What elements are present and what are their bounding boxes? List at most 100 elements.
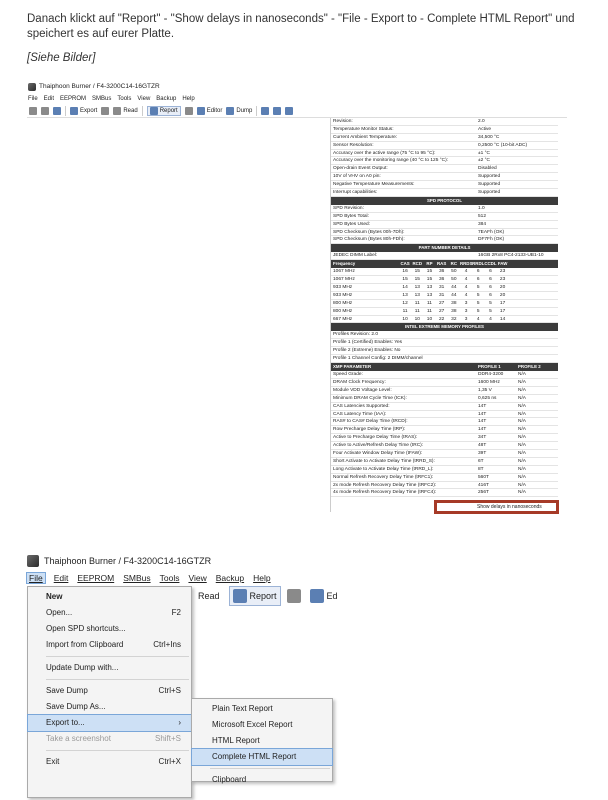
menu-item-export-to[interactable]: Export to... › — [27, 714, 192, 732]
report-value: Supported — [478, 182, 501, 188]
report-key: Revision: — [333, 119, 353, 124]
report-value: ±1 °C — [478, 150, 491, 156]
menu-item-import-clipboard[interactable]: Import from Clipboard Ctrl+Ins — [28, 637, 191, 653]
menu-item-save-dump[interactable]: Save Dump Ctrl+S — [28, 683, 191, 699]
menu-help[interactable]: Help — [182, 96, 194, 102]
wrench-icon[interactable] — [286, 589, 301, 603]
monitor-icon[interactable] — [285, 106, 294, 115]
frequency-cell: 36 — [438, 269, 445, 275]
export-button[interactable]: Export — [70, 106, 97, 115]
frequency-cell: 15 — [426, 277, 433, 283]
menu-tools[interactable]: Tools — [160, 573, 180, 583]
menu-item-exit[interactable]: Exit Ctrl+X — [28, 754, 191, 770]
menu-smbus[interactable]: SMBus — [123, 573, 150, 583]
report-panel[interactable]: Revision: 2.0 Temperature Monitor Status: A… — [330, 118, 558, 512]
frequency-cell: 11 — [414, 300, 420, 306]
menu-file[interactable]: File — [26, 572, 46, 584]
xmp-cell: N/A — [518, 379, 526, 385]
report-value: 1.0 — [478, 205, 485, 211]
menu-item-clipboard[interactable]: Clipboard — [192, 772, 332, 788]
open-icon[interactable] — [41, 106, 49, 115]
frequency-cell: 13 — [414, 285, 420, 291]
menu-backup[interactable]: Backup — [216, 573, 244, 583]
menu-tools[interactable]: Tools — [117, 96, 131, 102]
frequency-cell: 5 — [476, 292, 480, 298]
chip-icon[interactable] — [101, 106, 110, 115]
report-key: Negative Temperature Measurements: — [333, 182, 415, 188]
frequency-cell: 1067 MHz — [333, 269, 355, 275]
editor-button[interactable]: Editor — [196, 106, 222, 115]
print-icon[interactable] — [273, 106, 282, 115]
read-button[interactable]: Read — [195, 589, 223, 603]
xmp-col-profile1: PROFILE 1 — [478, 364, 501, 370]
dump-button[interactable]: Dump — [226, 106, 252, 115]
menu-item-plain-text-report[interactable]: Plain Text Report — [192, 701, 332, 717]
frequency-cell: 10 — [402, 316, 408, 322]
report-value: DF7Fh (OK) — [478, 237, 505, 243]
report-key: Sensor Resolution: — [333, 142, 374, 148]
menu-item-complete-html-report[interactable]: Complete HTML Report — [191, 748, 333, 766]
frequency-cell: 1067 MHz — [333, 277, 355, 283]
frequency-col-header: RAS — [437, 261, 447, 267]
xmp-info-row: Profile 2 (Extreme) Enables: No — [331, 347, 558, 356]
report-button[interactable]: Report — [146, 105, 181, 116]
menu-file[interactable]: File — [28, 96, 38, 102]
editor-button[interactable]: Ed — [307, 587, 341, 605]
report-key: SPD Bytes Used: — [333, 221, 371, 227]
menu-item-excel-report[interactable]: Microsoft Excel Report — [192, 717, 332, 733]
menu-item-save-dump-as[interactable]: Save Dump As... — [28, 699, 191, 715]
toolbar-separator — [256, 105, 258, 116]
submenu-arrow-icon: › — [178, 718, 181, 727]
toolbar: Export Read Report Editor Dump — [27, 104, 567, 118]
menu-item-html-report[interactable]: HTML Report — [192, 733, 332, 749]
menu-help[interactable]: Help — [253, 573, 270, 583]
xmp-row: Module VDD Voltage Level: 1,35 V N/A — [331, 387, 558, 395]
xmp-cell: CAS Latency Time (tAA): — [333, 411, 387, 417]
link-icon[interactable] — [29, 106, 37, 115]
menu-item-shortcut: Ctrl+S — [158, 686, 181, 695]
menu-edit[interactable]: Edit — [44, 96, 54, 102]
xmp-info-row: Profile 1 (Certified) Enables: Yes — [331, 339, 558, 348]
report-row: Open-drain Event Output: Disabled — [331, 165, 558, 174]
xmp-row: Normal Refresh Recovery Delay Time (tRFC… — [331, 474, 558, 482]
xmp-section-header: INTEL EXTREME MEMORY PROFILES — [331, 323, 558, 332]
menu-eeprom[interactable]: EEPROM — [60, 96, 86, 102]
show-delays-option[interactable]: Show delays in nanoseconds — [434, 500, 559, 514]
menu-backup[interactable]: Backup — [156, 96, 176, 102]
xmp-cell: N/A — [518, 427, 526, 433]
menu-view[interactable]: View — [188, 573, 206, 583]
read-button[interactable]: Read — [113, 106, 138, 115]
menu-item-shortcut: Ctrl+Ins — [153, 640, 181, 649]
menu-smbus[interactable]: SMBus — [92, 96, 111, 102]
xmp-row: CAS Latency Time (tAA): 14T N/A — [331, 411, 558, 419]
camera-icon[interactable] — [261, 106, 270, 115]
report-value: 16GB 2Rx8 PC4-2133-UB1-10 — [478, 253, 544, 259]
report-key: SPD Checksum (Bytes 00h-7Dh): — [333, 229, 405, 235]
menu-view[interactable]: View — [137, 96, 150, 102]
caption: [Siehe Bilder] — [27, 52, 96, 64]
toolbar: Read Report Ed — [195, 585, 341, 607]
report-key: Current Ambient Temperature: — [333, 134, 398, 140]
menu-separator — [46, 679, 189, 680]
xmp-row: Row Precharge Delay Time (tRP): 14T N/A — [331, 426, 558, 435]
xmp-col-profile2: PROFILE 2 — [518, 364, 541, 370]
menu-edit[interactable]: Edit — [54, 573, 69, 583]
xmp-cell: 14T — [478, 411, 487, 417]
report-key: SPD Checksum (Bytes 80h-FDh): — [333, 237, 405, 243]
save-icon[interactable] — [53, 106, 61, 115]
report-button[interactable]: Report — [228, 586, 281, 606]
frequency-cell: 6 — [489, 277, 492, 283]
frequency-cell: 44 — [451, 292, 457, 298]
report-key: Interrupt capabilities: — [333, 190, 378, 196]
wrench-icon[interactable] — [184, 106, 193, 115]
frequency-cell: 667 MHz — [333, 316, 353, 322]
menu-item-open-spd-shortcuts[interactable]: Open SPD shortcuts... — [28, 621, 191, 637]
menu-item-open[interactable]: Open... F2 — [28, 605, 191, 621]
menu-item-update-dump[interactable]: Update Dump with... — [28, 660, 191, 676]
xmp-cell: 6T — [478, 458, 484, 464]
menu-item-new[interactable]: New — [28, 589, 191, 605]
report-label: Report — [249, 591, 277, 601]
menu-eeprom[interactable]: EEPROM — [77, 573, 114, 583]
report-row: SPD Bytes Used: 384 — [331, 221, 558, 229]
xmp-cell: N/A — [518, 435, 526, 441]
